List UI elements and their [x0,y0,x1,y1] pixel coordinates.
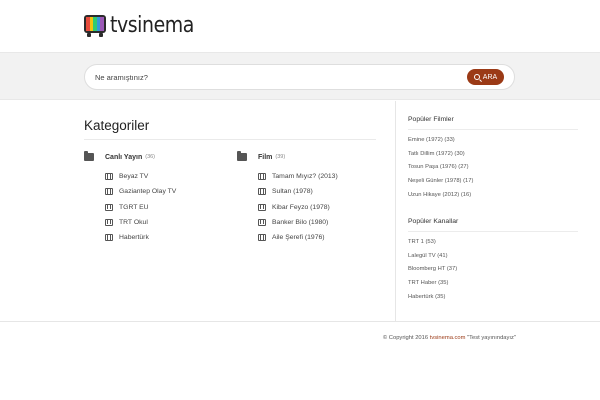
film-icon [258,203,266,211]
section-divider [408,129,578,130]
search-input[interactable] [95,65,455,89]
list-item[interactable]: Beyaz TV [105,169,224,184]
category-film: Film (39) Tamam Mıyız? (2013) Sultan (19… [237,150,377,245]
list-item[interactable]: Tosun Paşa (1976) (27) [408,161,578,175]
list-item-label: Kibar Feyzo (1978) [272,203,330,211]
list-item[interactable]: TRT Okul [105,215,224,230]
category-count: (36) [145,154,156,160]
popular-films-list: Emine (1972) (33) Tatlı Dillim (1972) (3… [408,133,578,202]
tv-logo-leg [87,33,91,37]
film-icon [105,188,113,196]
search-band: ARA [0,52,600,100]
category-name: Canlı Yayın [105,153,143,161]
tv-logo-stripe [100,17,104,31]
list-item-label: Gaziantep Olay TV [119,188,177,196]
search-button[interactable]: ARA [467,69,504,85]
list-item[interactable]: Uzun Hikaye (2012) (16) [408,188,578,202]
list-item-label: Tamam Mıyız? (2013) [272,173,338,181]
list-item[interactable]: Lalegül TV (41) [408,249,578,263]
film-icon [105,203,113,211]
film-icon [105,234,113,242]
list-item-label: TRT Okul [119,219,148,227]
list-item[interactable]: Tamam Mıyız? (2013) [258,169,377,184]
list-item[interactable]: Gaziantep Olay TV [105,184,224,199]
list-item[interactable]: Sultan (1978) [258,184,377,199]
logo-text: tvsinema [110,13,194,38]
list-item[interactable]: Habertürk (35) [408,290,578,304]
list-item[interactable]: Tatlı Dillim (1972) (30) [408,147,578,161]
site-logo[interactable]: tvsinema [84,14,208,38]
sidebar-divider [395,101,396,321]
list-item[interactable]: TRT 1 (53) [408,235,578,249]
copyright-text: © Copyright 2016 tvsinema.com "Test yayı… [383,335,516,341]
film-icon [258,219,266,227]
category-header[interactable]: Canlı Yayın (36) [84,150,224,164]
site-header: tvsinema [0,0,600,52]
category-count: (39) [275,154,286,160]
section-title: Popüler Kanallar [408,218,459,225]
list-item[interactable]: Bloomberg HT (37) [408,263,578,277]
list-item-label: Habertürk [119,234,149,242]
list-item[interactable]: TGRT EU [105,200,224,215]
page-title: Kategoriler [84,118,150,133]
tv-logo-leg [99,33,103,37]
list-item-label: Banker Bilo (1980) [272,219,329,227]
list-item[interactable]: TRT Haber (35) [408,276,578,290]
section-divider [408,231,578,232]
main-content: Kategoriler Canlı Yayın (36) Beyaz TV Ga… [0,101,600,321]
category-header[interactable]: Film (39) [237,150,377,164]
category-name: Film [258,153,273,161]
search-button-label: ARA [482,73,498,81]
list-item-label: Aile Şerefi (1976) [272,234,325,242]
search-box: ARA [84,64,515,90]
popular-channels-section: Popüler Kanallar TRT 1 (53) Lalegül TV (… [408,216,578,304]
film-icon [105,173,113,181]
footer-site-link[interactable]: tvsinema.com [430,335,466,341]
popular-channels-list: TRT 1 (53) Lalegül TV (41) Bloomberg HT … [408,235,578,304]
category-list: Tamam Mıyız? (2013) Sultan (1978) Kibar … [258,169,377,245]
list-item[interactable]: Aile Şerefi (1976) [258,230,377,245]
list-item-label: Sultan (1978) [272,188,313,196]
title-divider [84,139,376,140]
list-item[interactable]: Banker Bilo (1980) [258,215,377,230]
list-item[interactable]: Kibar Feyzo (1978) [258,200,377,215]
tv-logo-icon [84,15,106,37]
list-item[interactable]: Habertürk [105,230,224,245]
copyright-suffix: "Test yayınındayız" [465,335,516,341]
popular-films-section: Popüler Filmler Emine (1972) (33) Tatlı … [408,114,578,202]
search-icon [473,74,480,80]
list-item[interactable]: Emine (1972) (33) [408,133,578,147]
category-list: Beyaz TV Gaziantep Olay TV TGRT EU TRT O… [105,169,224,245]
list-item-label: Beyaz TV [119,173,149,181]
category-canli-yayin: Canlı Yayın (36) Beyaz TV Gaziantep Olay… [84,150,224,245]
list-item[interactable]: Neşeli Günler (1978) (17) [408,174,578,188]
folder-icon [84,151,94,161]
copyright-prefix: © Copyright 2016 [382,335,430,341]
film-icon [258,234,266,242]
film-icon [258,188,266,196]
folder-icon [237,151,247,161]
footer-divider [0,321,600,322]
list-item-label: TGRT EU [119,203,149,211]
film-icon [258,173,266,181]
section-title: Popüler Filmler [408,116,454,123]
film-icon [105,219,113,227]
tv-logo-screen [84,15,106,33]
